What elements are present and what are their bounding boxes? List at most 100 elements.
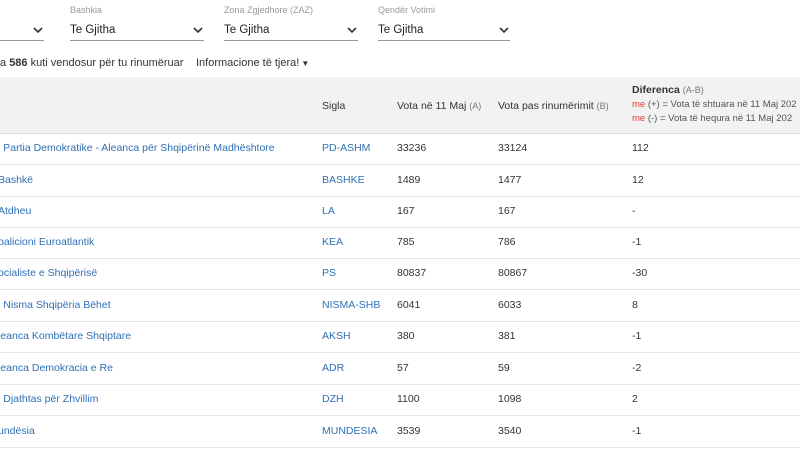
header-vota-11-maj-label: Vota në 11 Maj	[397, 100, 467, 112]
votes-after-recount: 786	[498, 236, 516, 248]
header-diferenca-title: Diferenca (A-B)	[632, 84, 797, 96]
party-name-link[interactable]: i Partia Demokratike - Aleanca për Shqip…	[0, 142, 275, 154]
party-name-link[interactable]: ocialiste e Shqipërisë	[0, 267, 97, 279]
votes-after-recount: 33124	[498, 142, 528, 154]
chevron-down-icon	[499, 27, 509, 34]
table-row: Atdheu LA 167 167 -	[0, 196, 800, 228]
legend-minus-text: (-) = Vota të hequra në 11 Maj 202	[645, 113, 793, 124]
legend-minus: me (-) = Vota të hequra në 11 Maj 202	[632, 113, 797, 124]
more-info-dropdown[interactable]: Informacione të tjera! ▼	[196, 57, 309, 69]
filter-bashkia-label: Bashkia	[70, 5, 103, 15]
votes-after-recount: 80867	[498, 267, 528, 279]
votes-11-maj: 167	[397, 205, 415, 217]
party-abbr: BASHKE	[322, 174, 365, 186]
table-row: Bashkë BASHKE 1489 1477 12	[0, 165, 800, 197]
party-name-link[interactable]: oalicioni Euroatlantik	[0, 236, 94, 248]
party-abbr: MUNDESIA	[322, 425, 378, 437]
filter-first-select[interactable]	[0, 20, 44, 41]
recount-info-prefix: a	[0, 57, 10, 69]
party-abbr: NISMA-SHB	[322, 299, 381, 311]
votes-after-recount: 1477	[498, 174, 522, 186]
filter-zona-label: Zona Zgjedhore (ZAZ)	[224, 5, 314, 15]
filter-qender: Qendër Votimi Te Gjitha	[378, 5, 510, 41]
chevron-down-icon: ▼	[301, 59, 310, 68]
filter-qender-select[interactable]: Te Gjitha	[378, 20, 510, 41]
votes-11-maj: 6041	[397, 299, 421, 311]
votes-difference: 2	[632, 393, 638, 405]
party-abbr: LA	[322, 205, 335, 217]
table-row: i Nisma Shqipëria Bëhet NISMA-SHB 6041 6…	[0, 290, 800, 322]
votes-11-maj: 33236	[397, 142, 427, 154]
table-row: i Partia Demokratike - Aleanca për Shqip…	[0, 133, 800, 165]
party-abbr: AKSH	[322, 330, 351, 342]
filter-zona-value: Te Gjitha	[224, 24, 270, 36]
party-name-link[interactable]: Atdheu	[0, 205, 31, 217]
table-row: i Djathtas për Zhvillim DZH 1100 1098 2	[0, 384, 800, 416]
party-name-link[interactable]: undësia	[0, 425, 35, 437]
recount-info-suffix: kuti vendosur për tu rinumëruar	[27, 57, 184, 69]
more-info-label: Informacione të tjera!	[196, 57, 300, 69]
votes-11-maj: 57	[397, 362, 409, 374]
chevron-down-icon	[347, 27, 357, 34]
header-diferenca-label: Diferenca	[632, 84, 680, 96]
chevron-down-icon	[193, 27, 203, 34]
votes-difference: 12	[632, 174, 644, 186]
votes-after-recount: 59	[498, 362, 510, 374]
votes-difference: -1	[632, 236, 642, 248]
filter-bashkia-value: Te Gjitha	[70, 24, 116, 36]
filter-qender-value: Te Gjitha	[378, 24, 424, 36]
legend-plus-text: (+) = Vota të shtuara në 11 Maj 202	[645, 99, 797, 110]
header-diferenca: Diferenca (A-B) me (+) = Vota të shtuara…	[632, 84, 797, 124]
votes-11-maj: 785	[397, 236, 415, 248]
header-vota-pas: Vota pas rinumërimit (B)	[498, 100, 609, 112]
table-row: oalicioni Euroatlantik KEA 785 786 -1	[0, 227, 800, 259]
filter-bashkia: Bashkia Te Gjitha	[70, 5, 204, 41]
votes-after-recount: 381	[498, 330, 516, 342]
party-name-link[interactable]: i Djathtas për Zhvillim	[0, 393, 98, 405]
party-name-link[interactable]: leanca Kombëtare Shqiptare	[0, 330, 131, 342]
votes-difference: -1	[632, 330, 642, 342]
legend-plus: me (+) = Vota të shtuara në 11 Maj 202	[632, 99, 797, 110]
party-abbr: PD-ASHM	[322, 142, 371, 154]
party-abbr: ADR	[322, 362, 345, 374]
recount-info: a 586 kuti vendosur për tu rinumëruar	[0, 57, 183, 69]
table-header: Sigla Vota në 11 Maj (A) Vota pas rinumë…	[0, 77, 800, 134]
filter-zona: Zona Zgjedhore (ZAZ) Te Gjitha	[224, 5, 358, 41]
table-row: undësia MUNDESIA 3539 3540 -1	[0, 416, 800, 448]
party-abbr: PS	[322, 267, 337, 279]
header-sigla: Sigla	[322, 100, 346, 112]
votes-after-recount: 1098	[498, 393, 522, 405]
legend-minus-me: me	[632, 113, 646, 124]
votes-11-maj: 380	[397, 330, 415, 342]
table-row: leanca Demokracia e Re ADR 57 59 -2	[0, 353, 800, 385]
votes-difference: 8	[632, 299, 638, 311]
header-vota-pas-sub: (B)	[596, 101, 609, 111]
filter-label	[0, 5, 44, 16]
chevron-down-icon	[33, 27, 43, 34]
votes-difference: -30	[632, 267, 648, 279]
filter-bashkia-select[interactable]: Te Gjitha	[70, 20, 204, 41]
votes-11-maj: 80837	[397, 267, 427, 279]
header-vota-pas-label: Vota pas rinumërimit	[498, 100, 594, 112]
votes-difference: -1	[632, 425, 642, 437]
votes-after-recount: 3540	[498, 425, 522, 437]
votes-difference: 112	[632, 142, 649, 154]
party-name-link[interactable]: Bashkë	[0, 174, 33, 186]
filter-first	[0, 5, 44, 41]
votes-11-maj: 1100	[397, 393, 420, 405]
votes-11-maj: 1489	[397, 174, 421, 186]
header-vota-11-maj-sub: (A)	[469, 101, 482, 111]
legend-plus-me: me	[632, 99, 646, 110]
party-name-link[interactable]: i Nisma Shqipëria Bëhet	[0, 299, 111, 311]
filter-bar: Bashkia Te Gjitha Zona Zgjedhore (ZAZ) T…	[0, 0, 800, 48]
filter-qender-label: Qendër Votimi	[378, 5, 436, 15]
votes-11-maj: 3539	[397, 425, 421, 437]
votes-after-recount: 167	[498, 205, 516, 217]
header-vota-11-maj: Vota në 11 Maj (A)	[397, 100, 481, 112]
party-abbr: DZH	[322, 393, 344, 405]
recount-box-count: 586	[9, 57, 28, 69]
filter-zona-select[interactable]: Te Gjitha	[224, 20, 358, 41]
votes-after-recount: 6033	[498, 299, 522, 311]
party-name-link[interactable]: leanca Demokracia e Re	[0, 362, 113, 374]
votes-difference: -	[632, 205, 636, 217]
